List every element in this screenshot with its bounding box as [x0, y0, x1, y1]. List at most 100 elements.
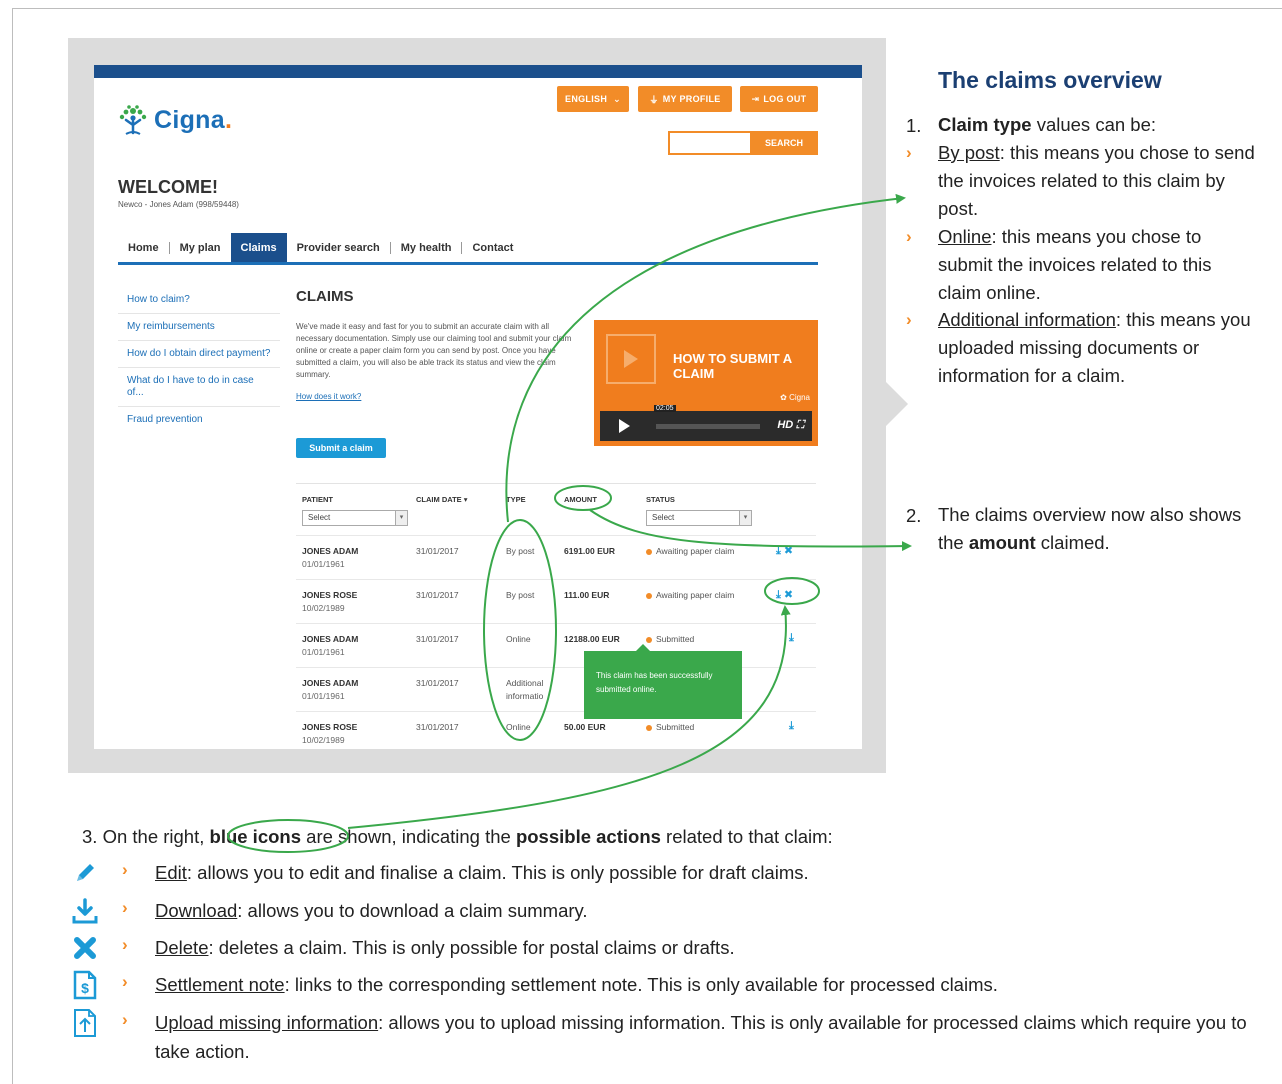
item-1-text: Claim type values can be: [938, 111, 1156, 139]
sidebar-item-fraud-prevention[interactable]: Fraud prevention [118, 407, 280, 433]
status-text: Submitted [656, 634, 695, 644]
row-actions[interactable]: ⤓ ✖ [776, 544, 793, 558]
cigna-site-screenshot: Cigna. ENGLISH ⌄ ⏚ MY PROFILE ⇥ LOG OUT … [94, 65, 862, 749]
delete-term: Delete [155, 937, 209, 958]
log-out-button[interactable]: ⇥ LOG OUT [740, 86, 818, 112]
claims-heading: CLAIMS [296, 288, 354, 305]
settlement-desc: : links to the corresponding settlement … [284, 974, 998, 995]
item-3-text: 3. On the right, blue icons are shown, i… [82, 826, 833, 848]
submit-claim-button[interactable]: Submit a claim [296, 438, 386, 458]
bullet-chevron: › [122, 898, 128, 917]
sort-down-icon: ▾ [463, 495, 468, 504]
status-cell: Awaiting paper claim [646, 589, 734, 602]
patient-cell: JONES ROSE 10/02/1989 [302, 589, 357, 615]
hd-label: HD [777, 419, 794, 431]
video-progress-bar[interactable] [656, 424, 760, 429]
video-time: 02:05 [654, 405, 676, 412]
settlement-note-icon: $ [70, 970, 100, 1000]
status-text: Awaiting paper claim [656, 546, 735, 556]
status-cell: Awaiting paper claim [646, 545, 734, 558]
my-profile-label: MY PROFILE [662, 94, 721, 104]
upload-missing-info-icon [70, 1008, 100, 1038]
legend-download: › Download: allows you to download a cla… [70, 896, 1250, 928]
user-icon: ⏚ [649, 94, 659, 105]
nav-my-plan[interactable]: My plan [170, 233, 231, 262]
row-actions[interactable]: ⤓ ✖ [776, 588, 793, 602]
sidebar-item-how-to-claim[interactable]: How to claim? [118, 287, 280, 314]
status-filter-select[interactable]: Select ▾ [646, 510, 752, 526]
legend-settlement-text: Settlement note: links to the correspond… [155, 970, 1255, 999]
item-2-b: claimed. [1035, 532, 1110, 553]
nav-home[interactable]: Home [118, 233, 169, 262]
by-post-term: By post [938, 142, 1000, 163]
sidebar-item-my-reimbursements[interactable]: My reimbursements [118, 314, 280, 341]
blue-icons-term: blue icons [209, 826, 302, 847]
search-input[interactable] [668, 131, 752, 155]
how-to-video[interactable]: HOW TO SUBMIT A CLAIM ✿ Cigna 02:05 HD ⛶ [594, 320, 818, 446]
status-filter-value: Select [652, 513, 675, 522]
patient-filter-select[interactable]: Select ▾ [302, 510, 408, 526]
download-icon [70, 896, 100, 926]
language-label: ENGLISH [565, 94, 608, 104]
patient-name: JONES ADAM [302, 678, 359, 688]
patient-dob: 10/02/1989 [302, 735, 345, 745]
patient-cell: JONES ADAM 01/01/1961 [302, 633, 358, 659]
claim-date-cell: 31/01/2017 [416, 634, 459, 644]
patient-name: JONES ROSE [302, 722, 358, 732]
nav-contact[interactable]: Contact [462, 233, 523, 262]
delete-x-icon [70, 933, 100, 963]
status-dot [646, 548, 652, 555]
nav-provider-search[interactable]: Provider search [287, 233, 390, 262]
chevron-down-icon: ▾ [395, 511, 407, 525]
header-amount: AMOUNT [564, 495, 597, 504]
video-placeholder-icon [606, 334, 656, 384]
my-profile-button[interactable]: ⏚ MY PROFILE [638, 86, 732, 112]
table-row[interactable]: JONES ADAM 01/01/1961 31/01/2017 By post … [296, 535, 816, 579]
bullet-chevron: › [906, 310, 912, 329]
item-1-number: 1. [906, 115, 922, 136]
status-cell: Submitted [646, 721, 694, 734]
how-does-it-work-link[interactable]: How does it work? [296, 392, 361, 401]
guide-title: The claims overview [938, 67, 1162, 93]
amount-term: amount [968, 532, 1036, 553]
table-header: PATIENT CLAIM DATE ▾ TYPE AMOUNT STATUS … [296, 483, 816, 535]
item-2-number: 2. [906, 505, 922, 526]
legend-edit: › Edit: allows you to edit and finalise … [70, 858, 1250, 890]
row-actions[interactable]: ⤓ [789, 632, 794, 645]
brand-name: Cigna [154, 105, 225, 134]
type-cell: Online [506, 722, 531, 732]
patient-name: JONES ROSE [302, 590, 358, 600]
bullet-chevron: › [122, 972, 128, 991]
legend-download-text: Download: allows you to download a claim… [155, 896, 1255, 925]
video-title: HOW TO SUBMIT A CLAIM [673, 351, 792, 381]
bullet-chevron: › [906, 227, 912, 246]
online-term: Online [938, 226, 992, 247]
bullet-chevron: › [122, 935, 128, 954]
claims-sidebar: How to claim? My reimbursements How do I… [118, 287, 280, 433]
status-text: Awaiting paper claim [656, 590, 735, 600]
hd-toggle[interactable]: HD ⛶ [777, 419, 804, 432]
header-claim-date[interactable]: CLAIM DATE ▾ [416, 495, 468, 504]
chevron-down-icon: ⌄ [613, 93, 621, 104]
row-actions[interactable]: ⤓ [789, 720, 794, 733]
claim-date-cell: 31/01/2017 [416, 590, 459, 600]
sidebar-item-what-to-do[interactable]: What do I have to do in case of... [118, 368, 280, 407]
nav-my-health[interactable]: My health [391, 233, 462, 262]
type-cell: By post [506, 590, 535, 600]
cigna-logo[interactable]: Cigna. [116, 103, 232, 137]
status-text: Submitted [656, 722, 695, 732]
play-icon[interactable] [600, 411, 648, 441]
legend-upload-text: Upload missing information: allows you t… [155, 1008, 1255, 1066]
sidebar-item-direct-payment[interactable]: How do I obtain direct payment? [118, 341, 280, 368]
bullet-by-post: By post: this means you chose to send th… [938, 139, 1258, 223]
item-3-c: related to that claim: [660, 826, 833, 847]
bullet-chevron: › [122, 860, 128, 879]
patient-dob: 10/02/1989 [302, 603, 345, 613]
language-button[interactable]: ENGLISH ⌄ [557, 86, 629, 112]
table-row[interactable]: JONES ROSE 10/02/1989 31/01/2017 By post … [296, 579, 816, 623]
claim-type-term: Claim type [938, 114, 1032, 135]
search-button[interactable]: SEARCH [750, 131, 818, 155]
upload-term: Upload missing information [155, 1012, 379, 1033]
submitted-tooltip: This claim has been successfully submitt… [584, 644, 742, 719]
nav-claims[interactable]: Claims [230, 233, 287, 262]
